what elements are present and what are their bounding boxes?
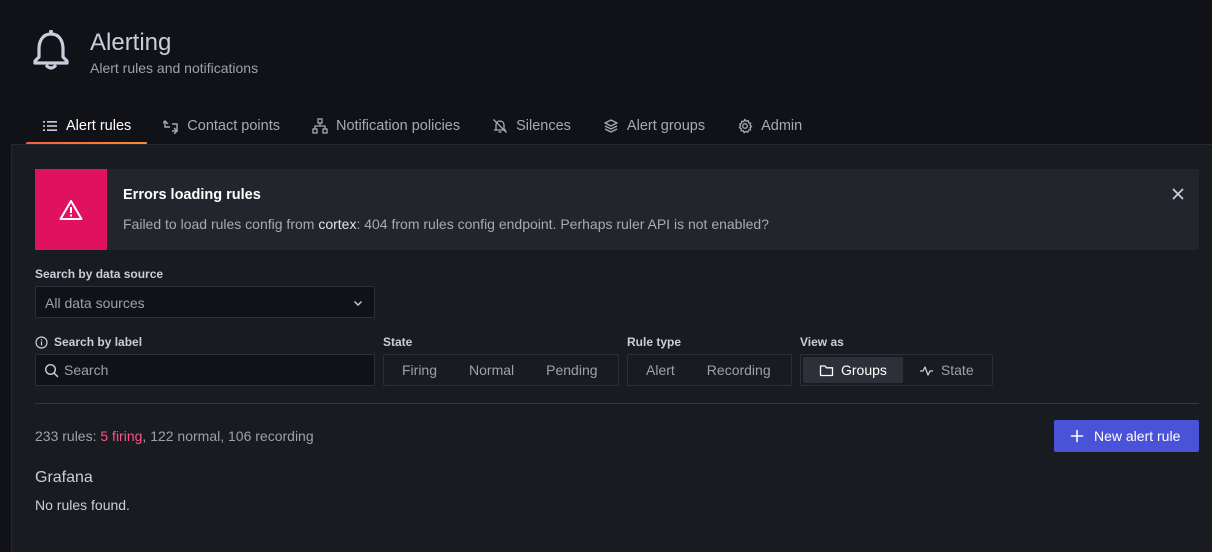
tab-alert-groups[interactable]: Alert groups [587,108,721,144]
tab-bar: Alert rules Contact points Notification … [26,108,818,145]
rule-type-option-alert[interactable]: Alert [630,357,691,383]
summary-total: 233 rules: [35,428,101,444]
state-option-firing[interactable]: Firing [386,357,453,383]
bell-icon [33,30,69,70]
tab-label: Contact points [187,118,280,134]
layers-icon [604,119,618,133]
tab-notification-policies[interactable]: Notification policies [296,108,476,144]
rule-type-label: Rule type [627,335,682,349]
summary-normal: 122 normal [150,428,221,444]
new-alert-rule-button[interactable]: New alert rule [1054,420,1199,452]
error-alert: Errors loading rules Failed to load rule… [35,169,1199,250]
state-label: State [383,335,413,349]
grafana-section-title: Grafana [35,469,93,486]
rule-type-option-recording[interactable]: Recording [691,357,787,383]
datasource-label: Search by data source [35,267,164,281]
alert-title: Errors loading rules [123,187,261,203]
view-as-radio-group: Groups State [800,354,993,386]
tab-label: Silences [516,118,571,134]
warning-icon [59,199,83,220]
tab-alert-rules[interactable]: Alert rules [26,108,148,145]
alert-message-suffix: : 404 from rules config endpoint. Perhap… [356,216,769,232]
tab-label: Notification policies [335,118,461,134]
summary-sep: , [220,428,229,444]
search-input[interactable] [64,355,364,385]
datasource-select[interactable]: All data sources [35,286,375,318]
plus-icon [1070,429,1084,443]
page-title: Alerting [90,29,172,56]
close-icon[interactable] [1169,185,1187,203]
list-icon [43,121,57,131]
rule-type-radio-group: Alert Recording [627,354,792,386]
state-option-pending[interactable]: Pending [530,357,613,383]
alert-message-prefix: Failed to load rules config from [123,216,319,232]
cog-icon [738,118,753,134]
view-as-option-groups[interactable]: Groups [803,357,903,383]
search-field [35,354,375,386]
tab-label: Admin [761,118,803,134]
info-icon[interactable] [35,335,48,349]
alert-icon-box [35,169,107,250]
tab-label: Alert rules [66,118,132,134]
empty-state-text: No rules found. [35,497,130,513]
state-radio-group: Firing Normal Pending [383,354,619,386]
tab-contact-points[interactable]: Contact points [147,108,296,144]
alert-message: Failed to load rules config from cortex:… [123,216,769,232]
view-as-option-state[interactable]: State [903,357,990,383]
summary-firing: 5 firing [100,428,143,444]
page-header: Alerting Alert rules and notifications A… [0,0,1212,145]
tab-label: Alert groups [626,118,706,134]
state-option-normal[interactable]: Normal [453,357,530,383]
search-label: Search by label [35,335,142,349]
sitemap-icon [312,118,328,134]
bell-slash-icon [493,119,508,133]
contact-icon [163,120,179,134]
folder-icon [819,364,834,376]
heartbeat-icon [919,365,933,376]
view-as-groups-label: Groups [841,362,887,378]
view-as-state-label: State [940,362,974,378]
view-as-label: View as [800,335,844,349]
page-subtitle: Alert rules and notifications [90,60,259,76]
rules-summary: 233 rules: 5 firing, 122 normal, 106 rec… [35,428,314,444]
tab-silences[interactable]: Silences [476,108,587,144]
new-alert-rule-label: New alert rule [1094,428,1181,444]
divider [35,403,1199,404]
datasource-select-value: All data sources [45,295,145,311]
summary-recording: 106 recording [228,428,314,444]
search-label-text: Search by label [54,335,143,349]
alert-message-datasource: cortex [318,216,357,232]
tab-admin[interactable]: Admin [721,108,818,144]
chevron-down-icon [354,301,362,306]
search-icon [44,363,59,378]
